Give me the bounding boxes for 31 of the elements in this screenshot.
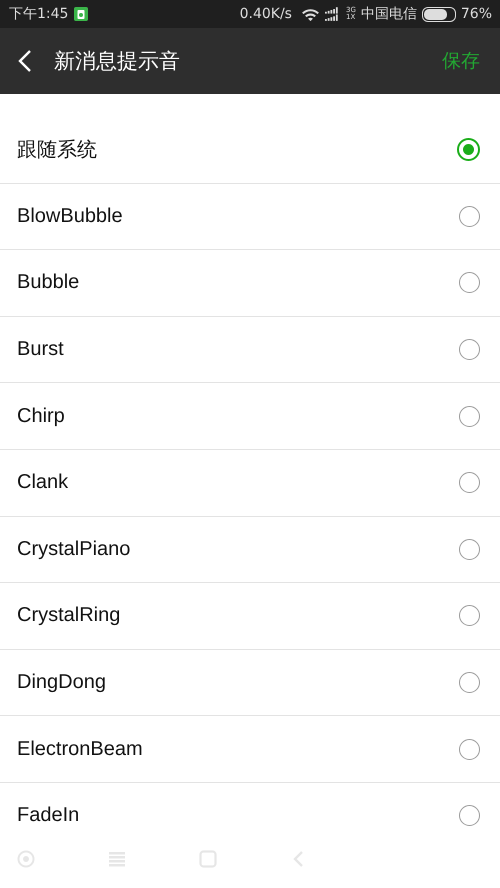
sound-option[interactable]: Bubble [0, 250, 500, 317]
battery-icon [422, 6, 456, 22]
battery-percent: 76% [460, 6, 492, 22]
sound-option[interactable]: BlowBubble [0, 184, 500, 250]
network-speed: 0.40K/s [240, 6, 292, 22]
radio-button[interactable] [457, 138, 480, 162]
radio-button[interactable] [459, 538, 480, 560]
radio-button[interactable] [459, 272, 480, 294]
radio-button[interactable] [459, 672, 480, 694]
sound-option[interactable]: CrystalRing [0, 583, 500, 650]
radio-button[interactable] [459, 805, 480, 826]
sound-option[interactable]: Chirp [0, 383, 500, 450]
sound-option[interactable]: Burst [0, 316, 500, 384]
sound-option[interactable]: DingDong [0, 650, 500, 716]
sound-option[interactable]: FadeIn [0, 782, 500, 826]
wifi-icon [300, 6, 320, 22]
save-button[interactable]: 保存 [442, 48, 480, 74]
radio-button[interactable] [459, 605, 480, 626]
app-notification-icon [73, 6, 90, 22]
carrier-name: 中国电信 [360, 5, 417, 23]
sound-option[interactable]: CrystalPiano [0, 516, 500, 584]
radio-button[interactable] [459, 406, 480, 427]
radio-button[interactable] [459, 339, 480, 360]
clock: 下午1:45 [9, 5, 68, 23]
radio-button[interactable] [459, 472, 480, 494]
sound-option[interactable]: 跟随系统 [0, 117, 500, 184]
sound-option[interactable]: Clank [0, 450, 500, 517]
radio-button[interactable] [459, 738, 480, 760]
sound-option[interactable]: ElectronBeam [0, 716, 500, 783]
page-title: 新消息提示音 [54, 48, 181, 75]
radio-button[interactable] [459, 206, 480, 227]
